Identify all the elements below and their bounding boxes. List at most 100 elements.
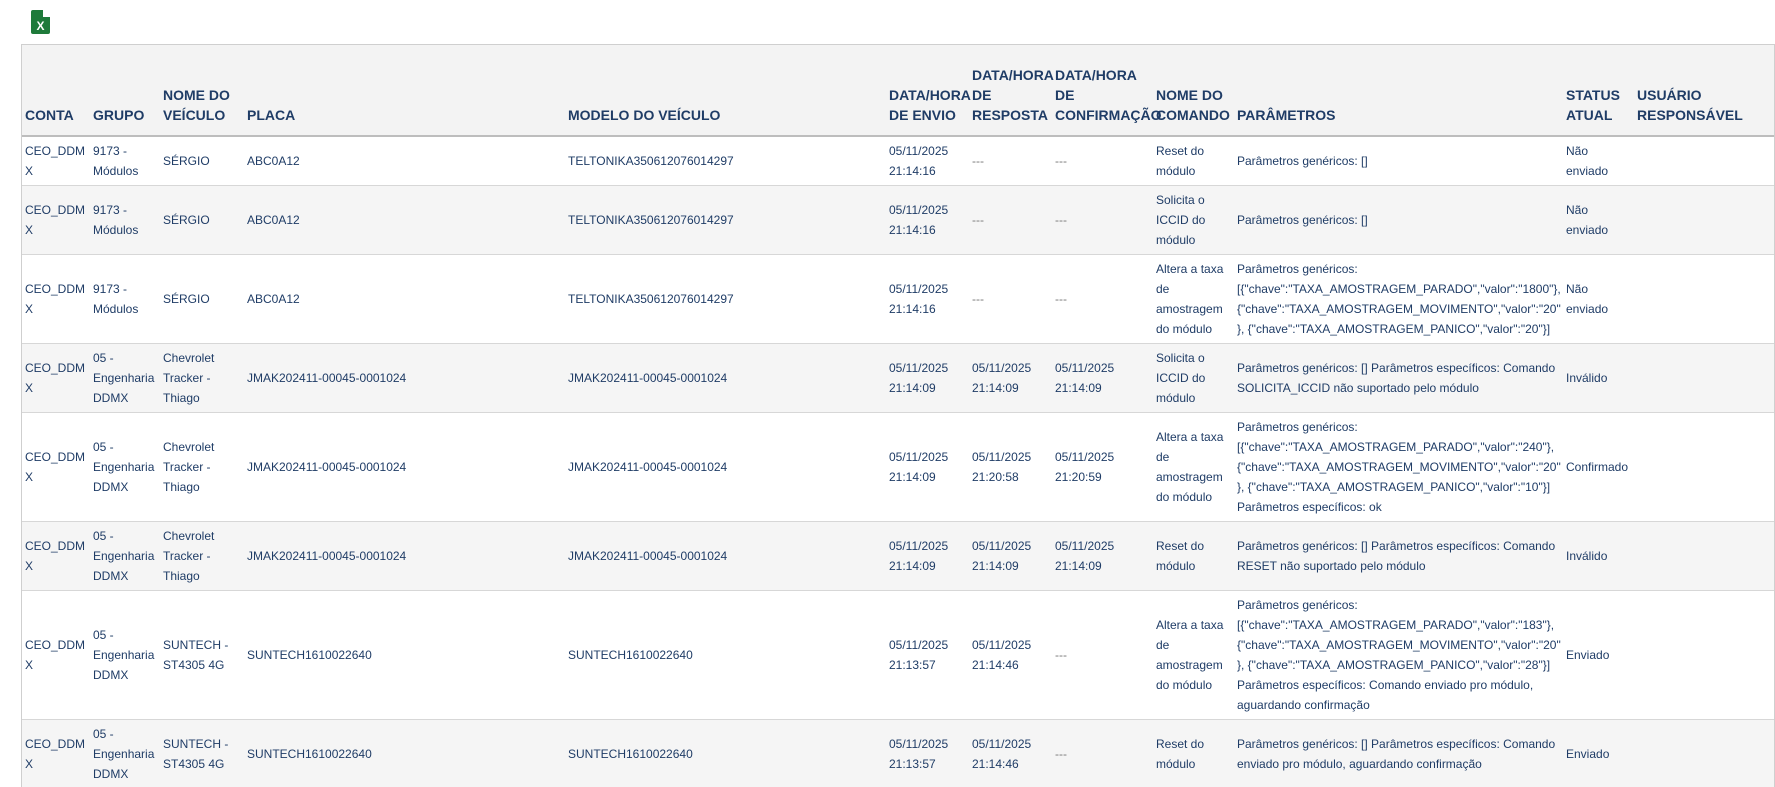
- cell-confirmacao: 05/11/2025 21:14:09: [1052, 522, 1153, 591]
- table-row[interactable]: CEO_DDMX05 - Engenharia DDMXChevrolet Tr…: [22, 522, 1774, 591]
- commands-table-container: CONTA GRUPO NOME DO VEÍCULO PLACA MODELO…: [21, 44, 1775, 787]
- cell-placa: ABC0A12: [244, 136, 565, 186]
- cell-status: Enviado: [1563, 591, 1634, 720]
- cell-envio: 05/11/2025 21:14:09: [886, 522, 969, 591]
- cell-conta: CEO_DDMX: [22, 255, 90, 344]
- header-modelo[interactable]: MODELO DO VEÍCULO: [565, 45, 886, 136]
- cell-resposta: ---: [969, 186, 1052, 255]
- cell-conta: CEO_DDMX: [22, 186, 90, 255]
- cell-grupo: 9173 - Módulos: [90, 255, 160, 344]
- cell-nome-veiculo: SÉRGIO: [160, 255, 244, 344]
- cell-resposta: 05/11/2025 21:14:09: [969, 344, 1052, 413]
- cell-parametros: Parâmetros genéricos: [] Parâmetros espe…: [1234, 522, 1563, 591]
- cell-placa: JMAK202411-00045-0001024: [244, 413, 565, 522]
- cell-parametros: Parâmetros genéricos: []: [1234, 186, 1563, 255]
- cell-envio: 05/11/2025 21:14:16: [886, 255, 969, 344]
- cell-status: Não enviado: [1563, 186, 1634, 255]
- cell-usuario: [1634, 186, 1774, 255]
- cell-comando: Altera a taxa de amostragem do módulo: [1153, 413, 1234, 522]
- cell-resposta: 05/11/2025 21:20:58: [969, 413, 1052, 522]
- cell-placa: SUNTECH1610022640: [244, 720, 565, 787]
- cell-placa: JMAK202411-00045-0001024: [244, 522, 565, 591]
- cell-resposta: 05/11/2025 21:14:46: [969, 591, 1052, 720]
- cell-modelo: SUNTECH1610022640: [565, 591, 886, 720]
- cell-confirmacao: ---: [1052, 591, 1153, 720]
- table-row[interactable]: CEO_DDMX05 - Engenharia DDMXChevrolet Tr…: [22, 413, 1774, 522]
- header-grupo[interactable]: GRUPO: [90, 45, 160, 136]
- cell-parametros: Parâmetros genéricos: [{"chave":"TAXA_AM…: [1234, 413, 1563, 522]
- cell-conta: CEO_DDMX: [22, 591, 90, 720]
- cell-envio: 05/11/2025 21:13:57: [886, 720, 969, 787]
- excel-export-glyph: X: [31, 20, 50, 32]
- cell-envio: 05/11/2025 21:14:09: [886, 344, 969, 413]
- table-row[interactable]: CEO_DDMX05 - Engenharia DDMXSUNTECH - ST…: [22, 720, 1774, 787]
- cell-nome-veiculo: SÉRGIO: [160, 136, 244, 186]
- cell-conta: CEO_DDMX: [22, 344, 90, 413]
- excel-export-icon[interactable]: X: [31, 10, 50, 34]
- cell-envio: 05/11/2025 21:14:16: [886, 136, 969, 186]
- cell-usuario: [1634, 255, 1774, 344]
- cell-usuario: [1634, 413, 1774, 522]
- header-parametros[interactable]: PARÂMETROS: [1234, 45, 1563, 136]
- cell-comando: Reset do módulo: [1153, 136, 1234, 186]
- header-placa[interactable]: PLACA: [244, 45, 565, 136]
- cell-status: Confirmado: [1563, 413, 1634, 522]
- header-status[interactable]: STATUS ATUAL: [1563, 45, 1634, 136]
- cell-usuario: [1634, 720, 1774, 787]
- cell-conta: CEO_DDMX: [22, 136, 90, 186]
- cell-placa: ABC0A12: [244, 255, 565, 344]
- header-envio[interactable]: DATA/HORA DE ENVIO: [886, 45, 969, 136]
- cell-parametros: Parâmetros genéricos: [{"chave":"TAXA_AM…: [1234, 591, 1563, 720]
- table-row[interactable]: CEO_DDMX9173 - MódulosSÉRGIOABC0A12TELTO…: [22, 186, 1774, 255]
- cell-grupo: 05 - Engenharia DDMX: [90, 344, 160, 413]
- cell-status: Inválido: [1563, 344, 1634, 413]
- cell-envio: 05/11/2025 21:13:57: [886, 591, 969, 720]
- cell-parametros: Parâmetros genéricos: [] Parâmetros espe…: [1234, 344, 1563, 413]
- table-row[interactable]: CEO_DDMX05 - Engenharia DDMXSUNTECH - ST…: [22, 591, 1774, 720]
- cell-parametros: Parâmetros genéricos: []: [1234, 136, 1563, 186]
- cell-status: Não enviado: [1563, 136, 1634, 186]
- cell-confirmacao: 05/11/2025 21:20:59: [1052, 413, 1153, 522]
- cell-nome-veiculo: SÉRGIO: [160, 186, 244, 255]
- cell-nome-veiculo: Chevrolet Tracker - Thiago: [160, 344, 244, 413]
- cell-conta: CEO_DDMX: [22, 413, 90, 522]
- cell-envio: 05/11/2025 21:14:16: [886, 186, 969, 255]
- cell-resposta: 05/11/2025 21:14:46: [969, 720, 1052, 787]
- toolbar: X: [0, 0, 1775, 44]
- cell-nome-veiculo: Chevrolet Tracker - Thiago: [160, 413, 244, 522]
- table-row[interactable]: CEO_DDMX9173 - MódulosSÉRGIOABC0A12TELTO…: [22, 255, 1774, 344]
- cell-modelo: TELTONIKA350612076014297: [565, 186, 886, 255]
- table-body: CEO_DDMX9173 - MódulosSÉRGIOABC0A12TELTO…: [22, 136, 1774, 787]
- cell-envio: 05/11/2025 21:14:09: [886, 413, 969, 522]
- cell-resposta: 05/11/2025 21:14:09: [969, 522, 1052, 591]
- cell-confirmacao: ---: [1052, 186, 1153, 255]
- header-resposta[interactable]: DATA/HORA DE RESPOSTA: [969, 45, 1052, 136]
- cell-nome-veiculo: SUNTECH - ST4305 4G: [160, 591, 244, 720]
- cell-parametros: Parâmetros genéricos: [{"chave":"TAXA_AM…: [1234, 255, 1563, 344]
- cell-grupo: 9173 - Módulos: [90, 136, 160, 186]
- cell-comando: Reset do módulo: [1153, 522, 1234, 591]
- header-usuario[interactable]: USUÁRIO RESPONSÁVEL: [1634, 45, 1774, 136]
- cell-grupo: 05 - Engenharia DDMX: [90, 720, 160, 787]
- cell-resposta: ---: [969, 255, 1052, 344]
- cell-grupo: 05 - Engenharia DDMX: [90, 413, 160, 522]
- cell-modelo: TELTONIKA350612076014297: [565, 136, 886, 186]
- cell-grupo: 9173 - Módulos: [90, 186, 160, 255]
- table-row[interactable]: CEO_DDMX05 - Engenharia DDMXChevrolet Tr…: [22, 344, 1774, 413]
- table-row[interactable]: CEO_DDMX9173 - MódulosSÉRGIOABC0A12TELTO…: [22, 136, 1774, 186]
- cell-usuario: [1634, 591, 1774, 720]
- cell-status: Enviado: [1563, 720, 1634, 787]
- cell-comando: Solicita o ICCID do módulo: [1153, 186, 1234, 255]
- cell-usuario: [1634, 522, 1774, 591]
- cell-comando: Reset do módulo: [1153, 720, 1234, 787]
- cell-status: Não enviado: [1563, 255, 1634, 344]
- header-conta[interactable]: CONTA: [22, 45, 90, 136]
- cell-grupo: 05 - Engenharia DDMX: [90, 591, 160, 720]
- cell-status: Inválido: [1563, 522, 1634, 591]
- header-nome-veiculo[interactable]: NOME DO VEÍCULO: [160, 45, 244, 136]
- cell-conta: CEO_DDMX: [22, 522, 90, 591]
- header-confirmacao[interactable]: DATA/HORA DE CONFIRMAÇÃO: [1052, 45, 1153, 136]
- cell-placa: SUNTECH1610022640: [244, 591, 565, 720]
- header-comando[interactable]: NOME DO COMANDO: [1153, 45, 1234, 136]
- cell-parametros: Parâmetros genéricos: [] Parâmetros espe…: [1234, 720, 1563, 787]
